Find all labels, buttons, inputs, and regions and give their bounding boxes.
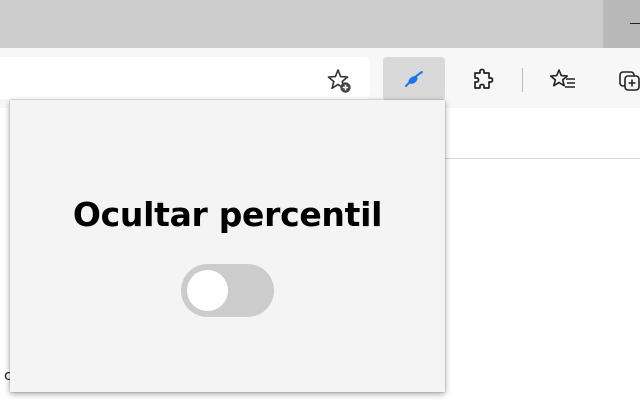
minimize-button[interactable]	[603, 0, 640, 48]
extensions-button[interactable]	[466, 62, 502, 98]
hide-percentile-toggle[interactable]	[181, 264, 274, 317]
collections-icon	[619, 71, 640, 91]
star-add-icon	[327, 69, 351, 93]
extension-active-icon	[405, 71, 423, 87]
popup-title: Ocultar percentil	[72, 195, 383, 234]
minimize-icon	[630, 23, 640, 24]
favorites-list-icon	[549, 69, 575, 88]
add-favorite-button[interactable]	[322, 64, 356, 98]
toolbar-divider	[522, 68, 523, 92]
collections-button[interactable]	[612, 62, 640, 98]
window-titlebar	[0, 0, 640, 48]
puzzle-icon	[474, 68, 494, 89]
address-bar[interactable]	[0, 57, 370, 99]
toggle-knob[interactable]	[187, 270, 228, 311]
page-divider	[445, 158, 640, 159]
extension-popup: Ocultar percentil	[10, 100, 445, 392]
favorites-button[interactable]	[545, 62, 581, 98]
active-extension-button[interactable]	[383, 57, 445, 101]
